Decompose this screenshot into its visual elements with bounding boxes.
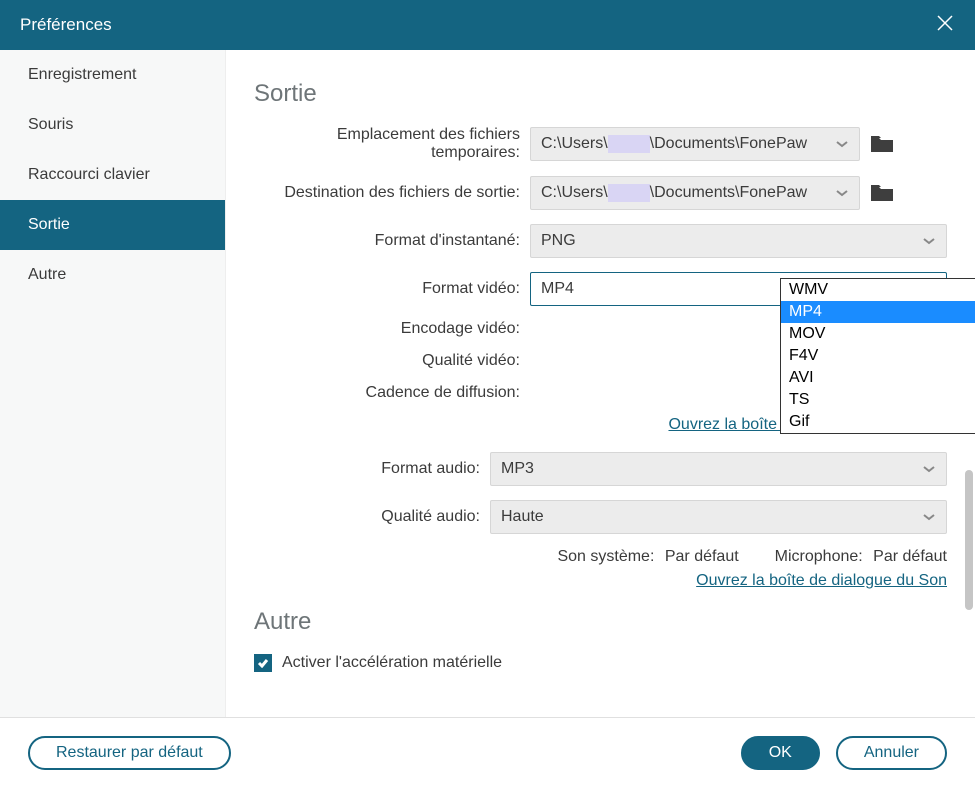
temp-location-select[interactable]: C:\Users\\Documents\FonePaw (530, 127, 860, 161)
hw-accel-checkbox[interactable] (254, 654, 272, 672)
system-sound-label: Son système: (557, 548, 654, 565)
microphone-label: Microphone: (775, 548, 863, 565)
chevron-down-icon (922, 460, 936, 478)
preferences-window: Préférences Enregistrement Souris Raccou… (0, 0, 975, 787)
scrollbar-thumb[interactable] (965, 470, 973, 610)
video-quality-label: Qualité vidéo: (254, 352, 530, 370)
temp-location-value: C:\Users\\Documents\FonePaw (541, 135, 807, 153)
ok-button[interactable]: OK (741, 736, 820, 770)
chevron-down-icon (922, 232, 936, 250)
audio-format-value: MP3 (501, 460, 534, 478)
folder-icon[interactable] (868, 132, 896, 156)
chevron-down-icon (922, 508, 936, 526)
snapshot-format-label: Format d'instantané: (254, 232, 530, 250)
window-title: Préférences (20, 15, 112, 35)
output-location-select[interactable]: C:\Users\\Documents\FonePaw (530, 176, 860, 210)
restore-defaults-button[interactable]: Restaurer par défaut (28, 736, 231, 770)
sidebar-item-autre[interactable]: Autre (0, 250, 225, 300)
audio-quality-select[interactable]: Haute (490, 500, 947, 534)
sidebar-item-sortie[interactable]: Sortie (0, 200, 225, 250)
section-title-sortie: Sortie (254, 80, 947, 108)
dropdown-item-mp4[interactable]: MP4 (781, 301, 975, 323)
audio-quality-label: Qualité audio: (254, 508, 490, 526)
output-location-label: Destination des fichiers de sortie: (254, 184, 530, 202)
dropdown-item-avi[interactable]: AVI (781, 367, 975, 389)
output-location-value: C:\Users\\Documents\FonePaw (541, 184, 807, 202)
dropdown-item-gif[interactable]: Gif (781, 411, 975, 433)
framerate-label: Cadence de diffusion: (254, 384, 530, 402)
dropdown-item-ts[interactable]: TS (781, 389, 975, 411)
close-icon[interactable] (935, 13, 955, 38)
footer: Restaurer par défaut OK Annuler (0, 717, 975, 787)
hw-accel-label: Activer l'accélération matérielle (282, 654, 502, 672)
main-panel: Sortie Emplacement des fichiers temporai… (226, 50, 975, 717)
cancel-button[interactable]: Annuler (836, 736, 947, 770)
snapshot-format-value: PNG (541, 232, 576, 250)
titlebar: Préférences (0, 0, 975, 50)
microphone-value: Par défaut (873, 548, 947, 565)
sidebar-item-enregistrement[interactable]: Enregistrement (0, 50, 225, 100)
sidebar: Enregistrement Souris Raccourci clavier … (0, 50, 226, 717)
system-sound-value: Par défaut (665, 548, 739, 565)
audio-quality-value: Haute (501, 508, 544, 526)
audio-format-select[interactable]: MP3 (490, 452, 947, 486)
audio-format-label: Format audio: (254, 460, 490, 478)
body: Enregistrement Souris Raccourci clavier … (0, 50, 975, 717)
video-encoding-label: Encodage vidéo: (254, 320, 530, 338)
sidebar-item-souris[interactable]: Souris (0, 100, 225, 150)
chevron-down-icon (835, 135, 849, 153)
snapshot-format-select[interactable]: PNG (530, 224, 947, 258)
video-format-dropdown: WMV MP4 MOV F4V AVI TS Gif (780, 278, 975, 434)
sidebar-item-raccourci[interactable]: Raccourci clavier (0, 150, 225, 200)
video-format-value: MP4 (541, 280, 574, 298)
section-title-autre: Autre (254, 608, 947, 636)
dropdown-item-wmv[interactable]: WMV (781, 279, 975, 301)
temp-location-label: Emplacement des fichiers temporaires: (254, 126, 530, 162)
sound-dialog-link[interactable]: Ouvrez la boîte de dialogue du Son (696, 572, 947, 589)
chevron-down-icon (835, 184, 849, 202)
video-format-label: Format vidéo: (254, 280, 530, 298)
folder-icon[interactable] (868, 181, 896, 205)
dropdown-item-mov[interactable]: MOV (781, 323, 975, 345)
dropdown-item-f4v[interactable]: F4V (781, 345, 975, 367)
